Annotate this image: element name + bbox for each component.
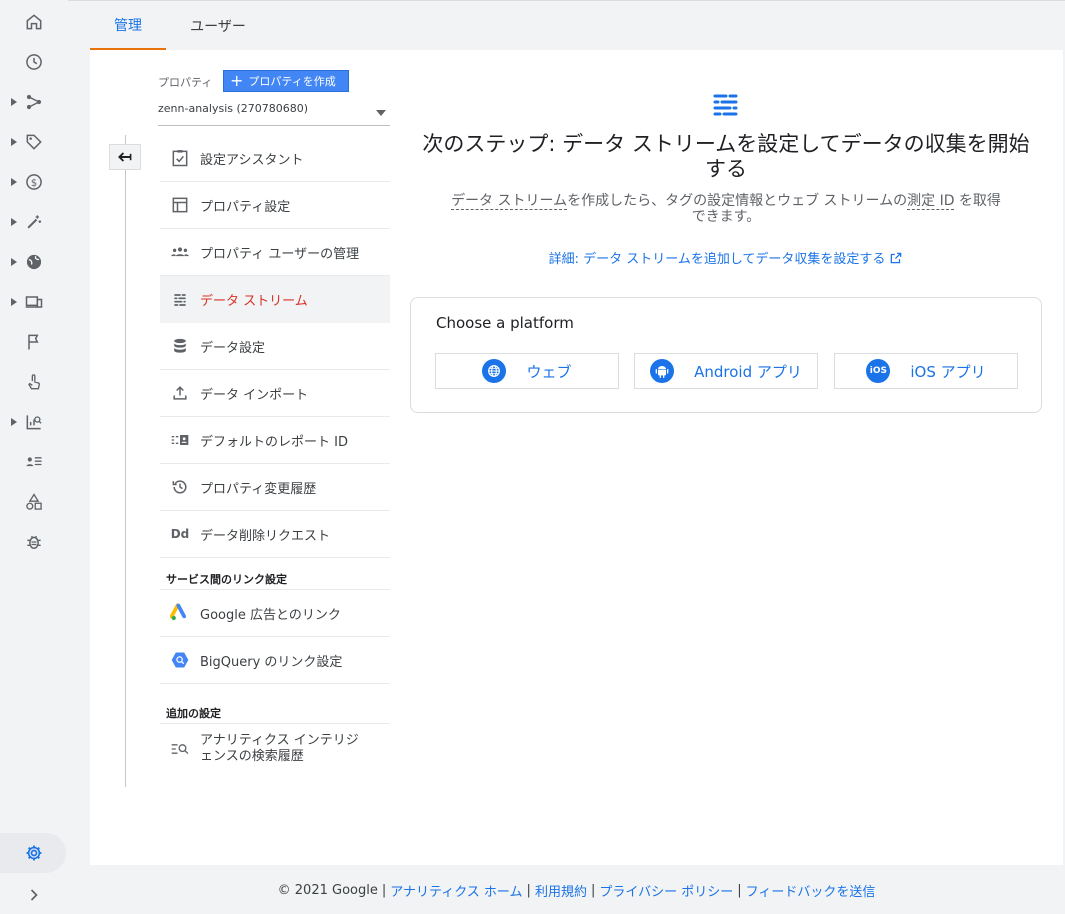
report-id-icon (160, 430, 200, 450)
data-stream-term[interactable]: データ ストリーム (451, 193, 568, 210)
touch-icon[interactable] (0, 362, 68, 402)
column-divider (125, 135, 126, 787)
nav-item-intelligence-history[interactable]: アナリティクス インテリジ ェンスの検索履歴 (160, 724, 390, 774)
magic-wand-icon[interactable] (0, 202, 68, 242)
nav-item-bigquery-link[interactable]: BigQuery のリンク設定 (160, 637, 390, 684)
upload-icon (160, 383, 200, 403)
nav-item-default-report-id[interactable]: デフォルトのレポート ID (160, 417, 390, 464)
clock-icon[interactable] (0, 42, 68, 82)
web-platform-button[interactable]: ウェブ (435, 353, 619, 389)
globe-icon (482, 359, 507, 383)
devices-icon[interactable] (0, 282, 68, 322)
data-stream-icon (713, 94, 738, 116)
back-button[interactable] (109, 144, 141, 170)
page-heading: 次のステップ: データ ストリームを設定してデータの収集を開始 する (422, 132, 1030, 181)
tab-admin[interactable]: 管理 (90, 1, 166, 50)
search-history-icon (160, 739, 200, 759)
nav-item-label: Google 広告とのリンク (200, 607, 341, 623)
footer-link-feedback[interactable]: フィードバックを送信 (746, 881, 876, 900)
ios-platform-label: iOS アプリ (910, 362, 986, 381)
flag-icon[interactable] (0, 322, 68, 362)
nav-item-setup-assistant[interactable]: 設定アシスタント (160, 135, 390, 182)
web-platform-label: ウェブ (526, 362, 572, 381)
android-platform-button[interactable]: Android アプリ (634, 353, 818, 389)
property-selected-value: zenn-analysis (270780680) (158, 102, 309, 115)
ios-platform-button[interactable]: iOS iOS アプリ (834, 353, 1018, 389)
nav-item-data-streams[interactable]: データ ストリーム (160, 276, 390, 323)
ios-icon: iOS (866, 359, 891, 383)
property-label: プロパティ (158, 76, 213, 89)
nav-item-data-deletion[interactable]: Dd データ削除リクエスト (160, 511, 390, 558)
footer: © 2021 Google | アナリティクス ホーム | 利用規約 | プライ… (277, 881, 876, 900)
links-section-header: サービス間のリンク設定 (160, 568, 390, 590)
learn-more-link[interactable]: 詳細: データ ストリームを追加してデータ収集を設定する (410, 248, 1042, 267)
dollar-icon[interactable]: $ (0, 162, 68, 202)
group-icon (160, 242, 200, 262)
dropdown-caret-icon (376, 110, 386, 116)
extra-section-header: 追加の設定 (160, 702, 390, 724)
bigquery-icon (160, 650, 200, 670)
nav-item-label: データ削除リクエスト (200, 528, 331, 544)
home-icon[interactable] (0, 2, 68, 42)
android-platform-label: Android アプリ (694, 362, 802, 381)
admin-content: プロパティ + プロパティを作成 zenn-analysis (27078068… (90, 50, 1063, 865)
analytics-search-icon[interactable] (0, 402, 68, 442)
arrow-back-icon (118, 152, 132, 162)
nav-item-property-history[interactable]: プロパティ変更履歴 (160, 464, 390, 511)
open-in-new-icon (891, 252, 902, 264)
plus-icon: + (230, 71, 244, 90)
create-property-button[interactable]: + プロパティを作成 (223, 70, 349, 92)
nav-item-property-users[interactable]: プロパティ ユーザーの管理 (160, 229, 390, 276)
nav-item-label: プロパティ設定 (200, 199, 291, 215)
footer-link-privacy[interactable]: プライバシー ポリシー (599, 881, 733, 900)
create-property-label: プロパティを作成 (248, 75, 336, 88)
nav-item-label: プロパティ ユーザーの管理 (200, 246, 360, 262)
tab-user[interactable]: ユーザー (180, 1, 256, 50)
nav-item-label: データ設定 (200, 340, 266, 356)
nav-item-label: アナリティクス インテリジ ェンスの検索履歴 (200, 732, 359, 764)
platform-card: Choose a platform ウェブ Android アプリ iOS iO… (410, 297, 1042, 413)
svg-text:$: $ (31, 178, 37, 189)
page-description: データ ストリームを作成したら、タグの設定情報とウェブ ストリームの測定 ID … (451, 193, 1001, 225)
left-rail: $ (0, 0, 68, 914)
nav-item-label: デフォルトのレポート ID (200, 434, 348, 450)
shapes-icon[interactable] (0, 482, 68, 522)
measurement-id-term[interactable]: 測定 ID (907, 193, 955, 210)
streams-icon (160, 290, 200, 310)
dd-icon: Dd (170, 527, 190, 541)
bug-icon[interactable] (0, 522, 68, 562)
nav-item-label: データ インポート (200, 387, 309, 403)
top-tab-bar: 管理 ユーザー (68, 0, 1065, 50)
android-icon (650, 359, 675, 383)
globe-icon[interactable] (0, 242, 68, 282)
history-icon (160, 477, 200, 497)
layout-icon (160, 195, 200, 215)
checklist-icon (160, 148, 200, 168)
user-list-icon[interactable] (0, 442, 68, 482)
nav-item-label: データ ストリーム (200, 294, 308, 309)
database-icon (160, 336, 200, 356)
property-selector[interactable]: zenn-analysis (270780680) (158, 102, 390, 126)
nav-item-label: BigQuery のリンク設定 (200, 654, 343, 670)
nav-item-label: プロパティ変更履歴 (200, 481, 317, 497)
nav-item-data-settings[interactable]: データ設定 (160, 323, 390, 370)
nav-item-label: 設定アシスタント (200, 152, 304, 168)
chevron-right-icon[interactable] (0, 875, 68, 914)
nav-item-data-import[interactable]: データ インポート (160, 370, 390, 417)
nav-item-google-ads-link[interactable]: Google 広告とのリンク (160, 590, 390, 637)
nav-item-property-settings[interactable]: プロパティ設定 (160, 182, 390, 229)
property-nav: 設定アシスタント プロパティ設定 プロパティ ユーザーの管理 データ ストリーム… (160, 135, 390, 774)
footer-link-terms[interactable]: 利用規約 (535, 881, 587, 900)
platform-title: Choose a platform (436, 314, 574, 332)
share-icon[interactable] (0, 82, 68, 122)
gear-icon[interactable] (0, 833, 68, 873)
copyright: © 2021 Google (277, 882, 378, 898)
footer-link-analytics-home[interactable]: アナリティクス ホーム (390, 881, 522, 900)
google-ads-icon (160, 603, 200, 623)
tag-icon[interactable] (0, 122, 68, 162)
